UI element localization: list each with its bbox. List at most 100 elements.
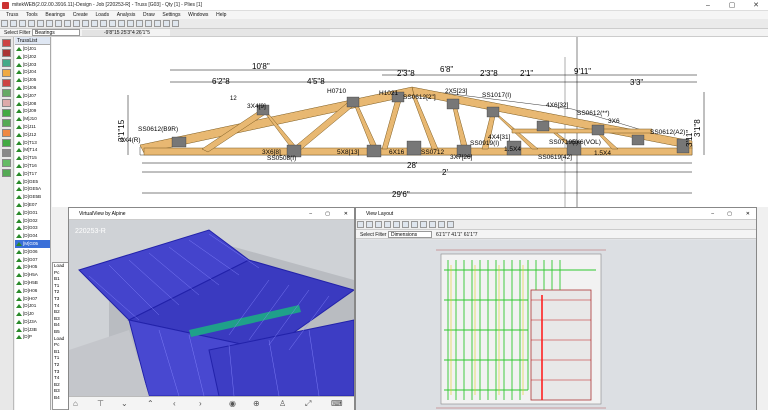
undo-icon[interactable] xyxy=(37,20,44,27)
web-tool-icon[interactable] xyxy=(2,59,11,67)
refresh-icon[interactable] xyxy=(127,20,134,27)
member-tool-icon[interactable] xyxy=(2,49,11,57)
measure-icon[interactable] xyxy=(154,20,161,27)
zoom-extents-icon[interactable] xyxy=(384,221,391,228)
truss-list-item[interactable]: [D]G02 xyxy=(15,217,50,225)
minimize-icon[interactable]: – xyxy=(711,208,714,220)
select-icon[interactable] xyxy=(411,221,418,228)
truss-list-item[interactable]: [M]J10 xyxy=(15,115,50,123)
keyboard-icon[interactable]: ⌨ xyxy=(331,399,343,408)
truss-list-item[interactable]: [D]T13 xyxy=(15,139,50,147)
paste-icon[interactable] xyxy=(73,20,80,27)
maximize-icon[interactable]: ▢ xyxy=(325,208,330,220)
tie-tool-icon[interactable] xyxy=(2,139,11,147)
chevron-up-icon[interactable]: ⌃ xyxy=(147,399,154,408)
menu-bearings[interactable]: Bearings xyxy=(45,11,65,19)
minimize-icon[interactable]: – xyxy=(696,0,720,11)
close-icon[interactable]: ✕ xyxy=(344,208,348,220)
grid-icon[interactable] xyxy=(136,20,143,27)
pan-icon[interactable] xyxy=(118,20,125,27)
layer-icon[interactable] xyxy=(163,20,170,27)
menu-create[interactable]: Create xyxy=(73,11,88,19)
menu-settings[interactable]: Settings xyxy=(162,11,180,19)
truss-list-item[interactable]: [D]J11 xyxy=(15,123,50,131)
eye-icon[interactable]: ◉ xyxy=(229,399,236,408)
truss-list-item[interactable]: [D]T16 xyxy=(15,162,50,170)
delete-tool-icon[interactable] xyxy=(2,39,11,47)
truss-list-item[interactable]: [D]GE5A xyxy=(15,185,50,193)
print-icon[interactable] xyxy=(28,20,35,27)
select-filter-dropdown[interactable]: Bearings xyxy=(32,29,80,36)
truss-list-item[interactable]: [D]GE5B xyxy=(15,193,50,201)
truss-list-item[interactable]: [M]G05 xyxy=(15,239,50,248)
zoom-extents-icon[interactable] xyxy=(109,20,116,27)
truss-list-item[interactable]: [D]G06 xyxy=(15,248,50,256)
truss-list-item[interactable]: [D]J08 xyxy=(15,100,50,108)
chevron-down-icon[interactable]: ⌄ xyxy=(121,399,128,408)
person-icon[interactable]: ♙ xyxy=(279,399,286,408)
zoom-out-icon[interactable] xyxy=(366,221,373,228)
truss-list-item[interactable]: [D]J02 xyxy=(15,53,50,61)
close-icon[interactable]: ✕ xyxy=(744,0,768,11)
truss-list-item[interactable]: [D]H06 xyxy=(15,287,50,295)
truss-list-item[interactable]: [D]J01 xyxy=(15,302,50,310)
truss-list-item[interactable]: [D]G01 xyxy=(15,209,50,217)
truss-list-item[interactable]: [D]J01 xyxy=(15,45,50,53)
brace-tool-icon[interactable] xyxy=(2,109,11,117)
chevron-left-icon[interactable]: ‹ xyxy=(173,399,176,408)
bearing-tool-icon[interactable] xyxy=(2,79,11,87)
truss-list-item[interactable]: [D]J12 xyxy=(15,131,50,139)
refresh-icon[interactable] xyxy=(402,221,409,228)
settings-tool-icon[interactable] xyxy=(2,149,11,157)
truss-drawing-canvas[interactable]: 10'8" 6'2"8 4'5"8 2'3"8 6'8" 2'3"8 2'1" … xyxy=(52,37,768,207)
3d-roof-view[interactable]: 220253-R xyxy=(69,220,354,396)
chevron-right-icon[interactable]: › xyxy=(199,399,202,408)
truss-list-item[interactable]: [D]J0 xyxy=(15,310,50,318)
overhang-tool-icon[interactable] xyxy=(2,129,11,137)
truss-list-item[interactable]: [D]J09 xyxy=(15,107,50,115)
select-filter-dropdown[interactable]: Dimensions xyxy=(388,231,432,238)
truss-list-item[interactable]: [D]G04 xyxy=(15,232,50,240)
truss-list-item[interactable]: [D]E07 xyxy=(15,201,50,209)
maximize-icon[interactable]: ▢ xyxy=(720,0,744,11)
zoom-window-icon[interactable] xyxy=(375,221,382,228)
load-tool-icon[interactable] xyxy=(2,89,11,97)
truss-list-item[interactable]: [D]J07 xyxy=(15,92,50,100)
truss-list-item[interactable]: [D]T17 xyxy=(15,170,50,178)
undo-icon[interactable] xyxy=(420,221,427,228)
home-icon[interactable]: ⌂ xyxy=(73,399,78,408)
close-icon[interactable]: ✕ xyxy=(746,208,750,220)
expand-icon[interactable]: ⤢ xyxy=(305,399,311,409)
truss-list-item[interactable]: [D]J06 xyxy=(15,84,50,92)
truss-list-item[interactable]: [D]G03 xyxy=(15,224,50,232)
plate-tool-icon[interactable] xyxy=(2,69,11,77)
truss-list-item[interactable]: [D]J3B xyxy=(15,326,50,334)
menu-truss[interactable]: Truss xyxy=(6,11,18,19)
zoom-out-icon[interactable] xyxy=(91,20,98,27)
truss-list-item[interactable]: [D]H5A xyxy=(15,271,50,279)
menu-windows[interactable]: Windows xyxy=(188,11,208,19)
render-3d-icon[interactable] xyxy=(447,221,454,228)
menu-loads[interactable]: Loads xyxy=(95,11,109,19)
truss-list-item[interactable]: [D]GE5 xyxy=(15,178,50,186)
menu-draw[interactable]: Draw xyxy=(143,11,155,19)
copy-icon[interactable] xyxy=(64,20,71,27)
view-toolbar[interactable] xyxy=(170,29,330,36)
menu-analysis[interactable]: Analysis xyxy=(117,11,136,19)
truss-list-item[interactable]: [D]J04 xyxy=(15,68,50,76)
truss-list-item[interactable]: [D]J3A xyxy=(15,318,50,326)
snap-icon[interactable] xyxy=(145,20,152,27)
zoom-window-icon[interactable] xyxy=(100,20,107,27)
open-icon[interactable] xyxy=(10,20,17,27)
top-view-icon[interactable]: ⊤ xyxy=(97,399,104,408)
truss-list-item[interactable]: [D]T15 xyxy=(15,154,50,162)
heel-tool-icon[interactable] xyxy=(2,119,11,127)
properties-icon[interactable] xyxy=(172,20,179,27)
layer-icon[interactable] xyxy=(438,221,445,228)
splice-tool-icon[interactable] xyxy=(2,99,11,107)
analysis-tool-icon[interactable] xyxy=(2,159,11,167)
redo-icon[interactable] xyxy=(46,20,53,27)
maximize-icon[interactable]: ▢ xyxy=(727,208,732,220)
redo-icon[interactable] xyxy=(429,221,436,228)
menu-tools[interactable]: Tools xyxy=(26,11,38,19)
